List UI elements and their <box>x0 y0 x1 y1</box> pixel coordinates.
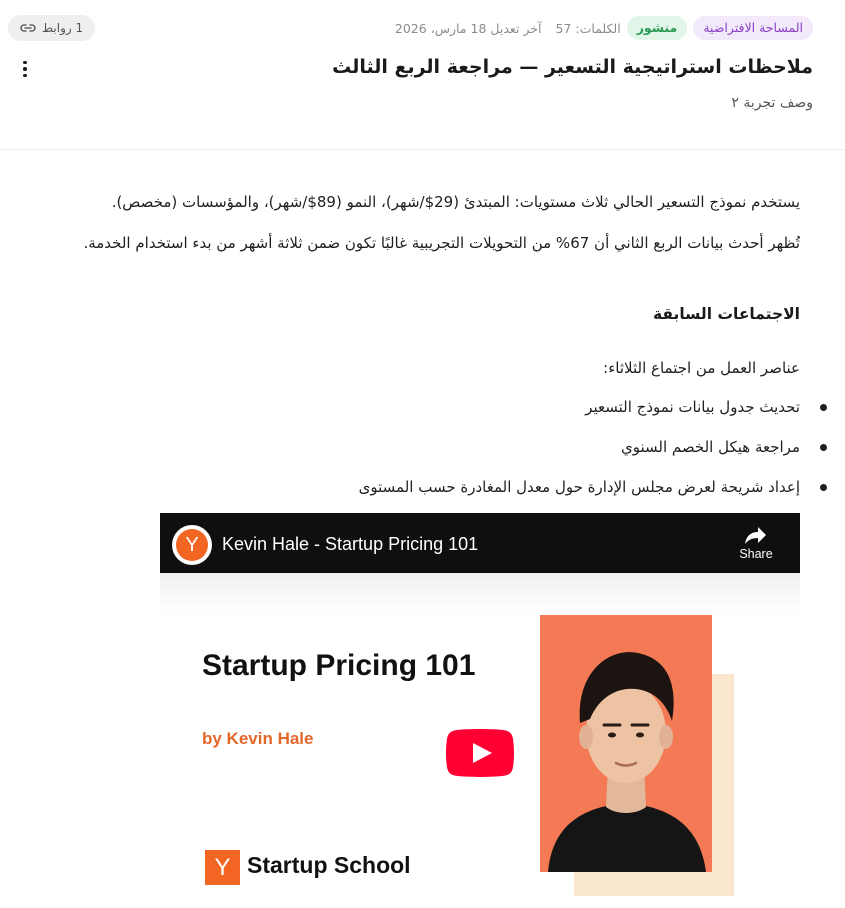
startup-school-logo: Y <box>205 850 240 885</box>
document-header: المساحة الافتراضية منشور الكلمات: 57 آخر… <box>0 0 845 150</box>
youtube-play-icon[interactable] <box>446 729 514 777</box>
thumbnail-byline: by Kevin Hale <box>202 729 314 748</box>
video-thumbnail[interactable]: Startup Pricing 101 by Kevin Hale Y Star… <box>160 573 800 908</box>
video-title-bar: Y Kevin Hale - Startup Pricing 101 Share <box>160 513 800 573</box>
channel-logo-letter: Y <box>176 529 208 561</box>
paragraph-action-items: عناصر العمل من اجتماع الثلاثاء: <box>603 359 800 377</box>
share-label: Share <box>739 547 773 561</box>
word-count: الكلمات: 57 <box>555 20 621 36</box>
workspace-badge[interactable]: المساحة الافتراضية <box>693 16 813 40</box>
list-item: إعداد شريحة لعرض مجلس الإدارة حول معدل ا… <box>30 471 827 511</box>
page-title: ملاحظات استراتيجية التسعير — مراجعة الرب… <box>332 56 813 78</box>
thumbnail-heading: Startup Pricing 101 <box>202 649 476 682</box>
action-items-list: تحديث جدول بيانات نموذج التسعير مراجعة ه… <box>30 391 827 511</box>
paragraph-pricing-tiers: يستخدم نموذج التسعير الحالي ثلاث مستويات… <box>111 193 800 211</box>
last-modified: آخر تعديل 18 مارس، 2026 <box>394 20 542 36</box>
links-button[interactable]: 1 روابط <box>8 15 96 41</box>
video-embed[interactable]: Y Kevin Hale - Startup Pricing 101 Share… <box>160 513 800 908</box>
page-subtitle: وصف تجربة ٢ <box>731 95 813 111</box>
share-button[interactable]: Share <box>732 525 780 561</box>
more-vertical-icon[interactable] <box>16 58 34 80</box>
link-icon <box>20 23 36 33</box>
section-heading: الاجتماعات السابقة <box>652 305 800 323</box>
share-arrow-icon <box>732 525 780 545</box>
speaker-photo <box>540 615 712 872</box>
meta-row: المساحة الافتراضية منشور الكلمات: 57 آخر… <box>8 15 813 41</box>
list-item: تحديث جدول بيانات نموذج التسعير <box>30 391 827 431</box>
status-badge: منشور <box>626 16 688 40</box>
links-count-label: 1 روابط <box>42 21 84 35</box>
channel-avatar[interactable]: Y <box>172 525 212 565</box>
list-item: مراجعة هيكل الخصم السنوي <box>30 431 827 471</box>
paragraph-q2-data: تُظهر أحدث بيانات الربع الثاني أن 67% من… <box>83 234 800 252</box>
startup-school-label: Startup School <box>247 852 411 878</box>
video-title[interactable]: Kevin Hale - Startup Pricing 101 <box>222 534 478 555</box>
